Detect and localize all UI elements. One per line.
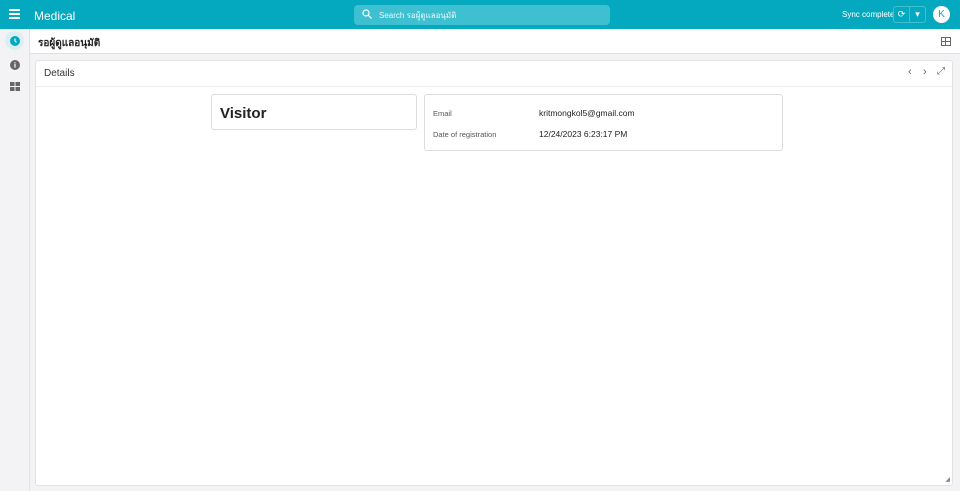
- expand-icon[interactable]: ⤢: [937, 66, 945, 77]
- grid-view-icon[interactable]: [941, 37, 951, 46]
- info-card: Email kritmongkol5@gmail.com Date of reg…: [424, 94, 783, 151]
- app-title: Medical: [34, 9, 76, 23]
- registration-date-label: Date of registration: [433, 130, 497, 139]
- title-card: Visitor: [211, 94, 417, 130]
- info-icon[interactable]: [5, 55, 24, 74]
- divider: [36, 86, 952, 87]
- email-label: Email: [433, 109, 452, 118]
- registration-date-value: 12/24/2023 6:23:17 PM: [539, 129, 628, 139]
- card-title: Visitor: [220, 105, 267, 122]
- panel-title: Details: [44, 68, 75, 79]
- search-box[interactable]: [354, 5, 610, 25]
- top-bar: Medical Sync complete ⟳ ▾ K: [0, 0, 960, 29]
- clock-icon[interactable]: [5, 31, 24, 50]
- chevron-right-icon[interactable]: ›: [923, 66, 927, 78]
- sync-icon[interactable]: ⟳: [894, 7, 909, 22]
- sync-status: Sync complete: [842, 10, 895, 19]
- details-panel: Details ‹ › ⤢ Visitor Email kritmongkol5…: [35, 60, 953, 486]
- page-title: รอผู้ดูแลอนุมัติ: [38, 38, 101, 49]
- page-header: รอผู้ดูแลอนุมัติ: [30, 29, 960, 54]
- sidebar: [0, 29, 30, 491]
- chevron-down-icon[interactable]: ▾: [909, 7, 925, 22]
- search-icon: [362, 9, 372, 19]
- dashboard-icon[interactable]: [5, 77, 24, 96]
- chevron-left-icon[interactable]: ‹: [908, 66, 912, 78]
- resize-handle-icon[interactable]: ◢: [945, 476, 950, 483]
- email-value: kritmongkol5@gmail.com: [539, 108, 635, 118]
- menu-icon[interactable]: [9, 9, 20, 19]
- avatar[interactable]: K: [933, 6, 950, 23]
- search-input[interactable]: [379, 5, 599, 25]
- sync-button-group: ⟳ ▾: [893, 6, 926, 23]
